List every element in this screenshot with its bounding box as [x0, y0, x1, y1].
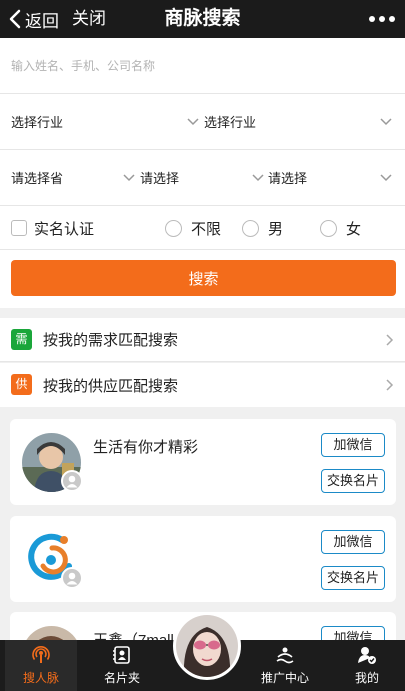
add-wechat-button[interactable]: 加微信 — [321, 530, 385, 554]
gender-radio-female[interactable]: 女 — [320, 206, 361, 250]
province-select[interactable]: 请选择省 — [11, 150, 135, 205]
industry-select-1[interactable]: 选择行业 — [11, 94, 199, 149]
verified-label: 实名认证 — [34, 220, 95, 238]
supply-tag: 供 — [11, 374, 32, 395]
close-button[interactable]: 关闭 — [72, 5, 106, 33]
nav-item-search-contacts[interactable]: 搜人脉 — [5, 640, 77, 691]
podcast-icon — [32, 646, 50, 663]
user-check-icon — [358, 647, 376, 664]
exchange-card-button[interactable]: 交换名片 — [321, 566, 385, 590]
promotion-icon — [276, 647, 294, 664]
user-icon — [61, 470, 83, 492]
chevron-left-icon — [9, 9, 21, 29]
back-button[interactable]: 返回 — [8, 5, 59, 33]
chevron-down-icon — [252, 173, 264, 181]
contact-card-icon — [113, 646, 130, 664]
page-title: 商脉搜索 — [164, 8, 241, 29]
dot-icon — [369, 16, 375, 22]
search-button[interactable]: 搜索 — [11, 260, 396, 296]
contact-card[interactable]: 加微信 交换名片 — [10, 516, 396, 602]
nav-label: 名片夹 — [103, 671, 140, 685]
province-select-label: 请选择省 — [11, 171, 64, 186]
nav-item-card-holder[interactable]: 名片夹 — [86, 640, 158, 691]
nav-label: 我的 — [354, 671, 379, 685]
district-select-label: 请选择 — [268, 171, 308, 186]
demand-match-label: 按我的需求匹配搜索 — [43, 332, 179, 349]
dot-icon — [389, 16, 395, 22]
gender-any-label: 不限 — [191, 220, 222, 238]
search-form: 选择行业 选择行业 请选择省 请选择 请选择 实名认证 不限 — [0, 38, 405, 308]
supply-match-row[interactable]: 供 按我的供应匹配搜索 — [0, 363, 405, 407]
industry-select-2-label: 选择行业 — [204, 115, 257, 130]
industry-select-1-label: 选择行业 — [11, 115, 64, 130]
demand-match-row[interactable]: 需 按我的需求匹配搜索 — [0, 318, 405, 362]
radio-circle — [320, 219, 337, 237]
chevron-down-icon — [380, 117, 392, 125]
region-row: 请选择省 请选择 请选择 — [0, 150, 405, 206]
chevron-down-icon — [187, 117, 199, 125]
search-input[interactable] — [0, 38, 405, 94]
user-icon — [61, 567, 83, 589]
nav-item-mine[interactable]: 我的 — [331, 640, 403, 691]
contact-name: 生活有你才精彩 — [93, 439, 199, 456]
back-label: 返回 — [25, 11, 59, 31]
district-select[interactable]: 请选择 — [268, 150, 392, 205]
supply-match-label: 按我的供应匹配搜索 — [43, 377, 179, 395]
top-bar: 返回 关闭 商脉搜索 — [0, 0, 405, 38]
radio-circle — [165, 219, 182, 237]
nav-label: 搜人脉 — [22, 671, 59, 685]
demand-tag: 需 — [11, 329, 32, 350]
industry-row: 选择行业 选择行业 — [0, 94, 405, 150]
chevron-down-icon — [380, 173, 392, 181]
dot-icon — [379, 16, 385, 22]
chevron-right-icon — [386, 334, 394, 346]
more-menu-button[interactable] — [369, 9, 395, 29]
chevron-right-icon — [386, 379, 394, 391]
chevron-down-icon — [123, 173, 135, 181]
gender-male-label: 男 — [268, 220, 284, 238]
verified-checkbox[interactable]: 实名认证 — [11, 206, 94, 250]
city-select[interactable]: 请选择 — [140, 150, 264, 205]
nav-item-promotion[interactable]: 推广中心 — [249, 640, 321, 691]
exchange-card-button[interactable]: 交换名片 — [321, 469, 385, 493]
industry-select-2[interactable]: 选择行业 — [204, 94, 392, 149]
city-select-label: 请选择 — [140, 171, 180, 186]
gender-radio-male[interactable]: 男 — [242, 206, 283, 250]
gender-female-label: 女 — [346, 220, 362, 238]
radio-circle — [242, 219, 259, 237]
center-avatar-button[interactable] — [173, 612, 241, 680]
add-wechat-button[interactable]: 加微信 — [321, 433, 385, 457]
contact-card[interactable]: 生活有你才精彩 加微信 交换名片 — [10, 419, 396, 505]
options-row: 实名认证 不限 男 女 — [0, 206, 405, 250]
checkbox-box — [11, 220, 27, 236]
nav-label: 推广中心 — [260, 671, 309, 685]
gender-radio-any[interactable]: 不限 — [165, 206, 221, 250]
